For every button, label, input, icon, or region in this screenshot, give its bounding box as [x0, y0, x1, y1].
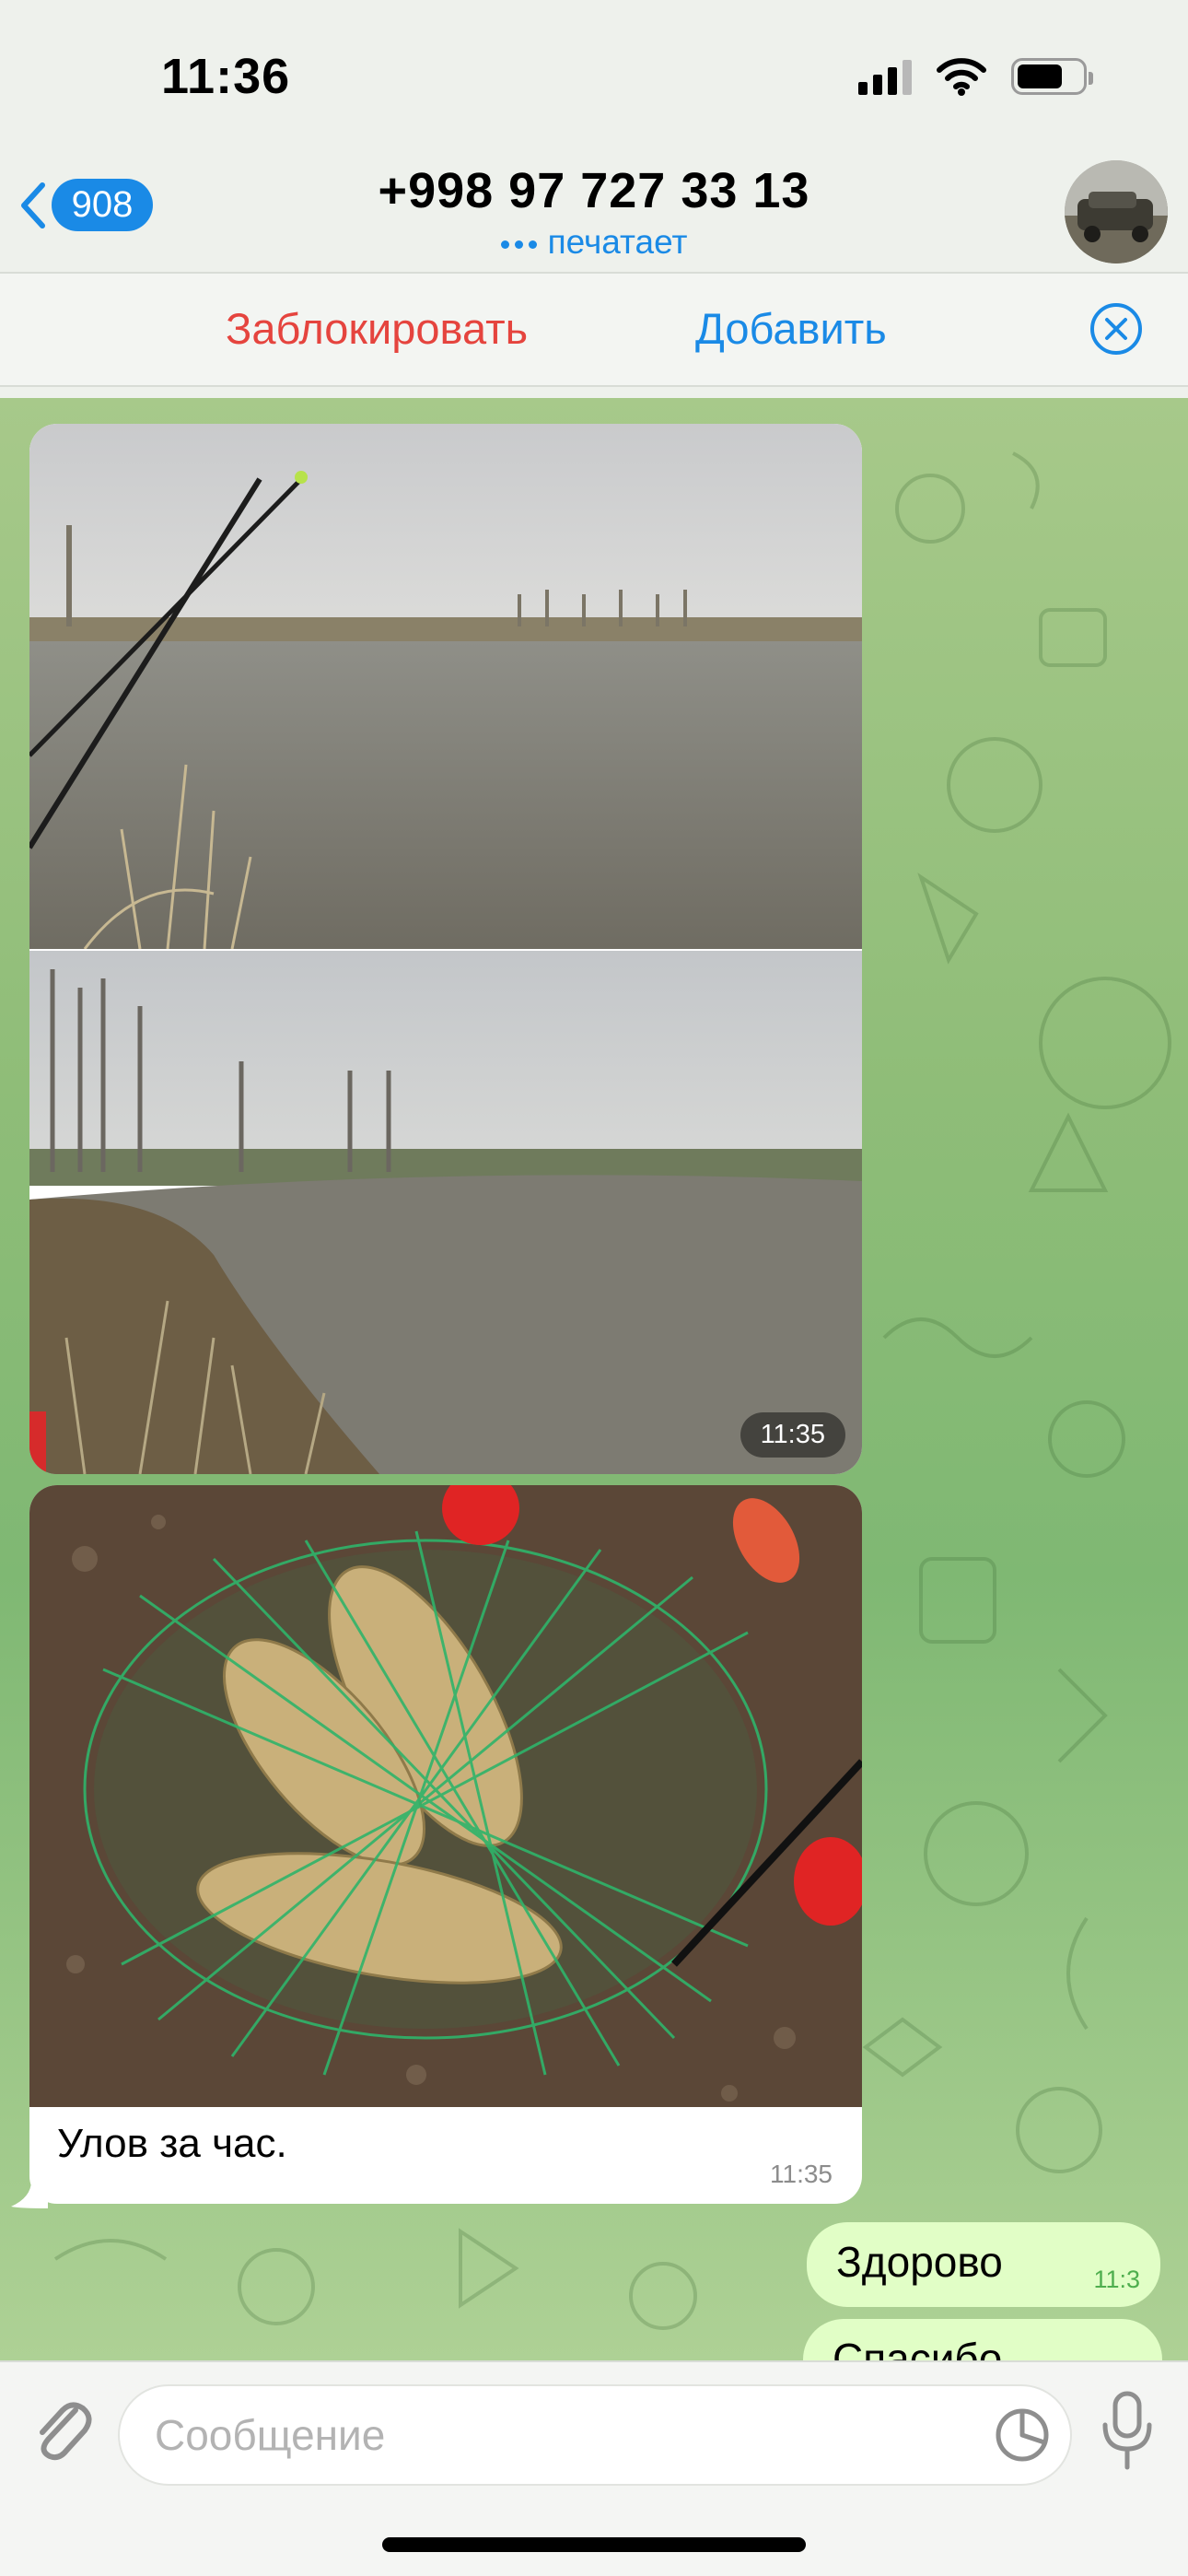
unknown-contact-action-bar: Заблокировать Добавить: [0, 272, 1188, 387]
status-icons: [858, 57, 1093, 96]
outgoing-message[interactable]: Здорово 11:3: [807, 2222, 1160, 2307]
typing-status-text: печатает: [547, 223, 688, 261]
photo-fish-in-net[interactable]: [29, 1485, 862, 2107]
close-circle-icon[interactable]: [1089, 301, 1144, 357]
add-contact-button[interactable]: Добавить: [695, 303, 887, 354]
cellular-signal-icon: [858, 58, 912, 95]
photo-pond-trees[interactable]: 11:35: [29, 951, 862, 1474]
chat-messages-area[interactable]: 11:35 Улов за час. 11:35 Здорово 11:3 Сп…: [0, 398, 1188, 2360]
photo-caption-message[interactable]: Улов за час. 11:35: [29, 1485, 862, 2204]
contact-title[interactable]: +998 97 727 33 13: [0, 162, 1188, 219]
battery-icon: [1011, 58, 1093, 95]
block-button[interactable]: Заблокировать: [226, 303, 528, 354]
typing-dots-icon: [500, 240, 537, 249]
sticker-icon[interactable]: [993, 2406, 1052, 2465]
typing-status: печатает: [0, 223, 1188, 262]
photo-album-message[interactable]: 11:35: [29, 424, 862, 1474]
avatar-car-image: [1065, 160, 1168, 263]
bubble-tail: [11, 2181, 48, 2208]
album-timestamp: 11:35: [740, 1412, 845, 1458]
chat-header: 908 +998 97 727 33 13 печатает: [0, 157, 1188, 272]
outgoing-message-time: 11:3: [1093, 2266, 1140, 2293]
wifi-icon: [937, 58, 986, 96]
outgoing-message-text: Здорово: [836, 2238, 1003, 2286]
status-time: 11:36: [161, 49, 291, 104]
status-bar: 11:36: [0, 0, 1188, 157]
contact-avatar[interactable]: [1065, 160, 1168, 263]
outgoing-message[interactable]: Спасибо: [803, 2319, 1162, 2360]
message-input[interactable]: [118, 2384, 1072, 2486]
outgoing-message-text: Спасибо: [833, 2335, 1003, 2360]
microphone-icon[interactable]: [1100, 2390, 1155, 2473]
photo-caption-timestamp: 11:35: [770, 2160, 833, 2188]
paperclip-icon[interactable]: [28, 2390, 92, 2464]
photo-lake-fishing-rods[interactable]: [29, 424, 862, 949]
home-indicator: [382, 2537, 806, 2552]
photo-caption-text: Улов за час.: [57, 2121, 287, 2166]
